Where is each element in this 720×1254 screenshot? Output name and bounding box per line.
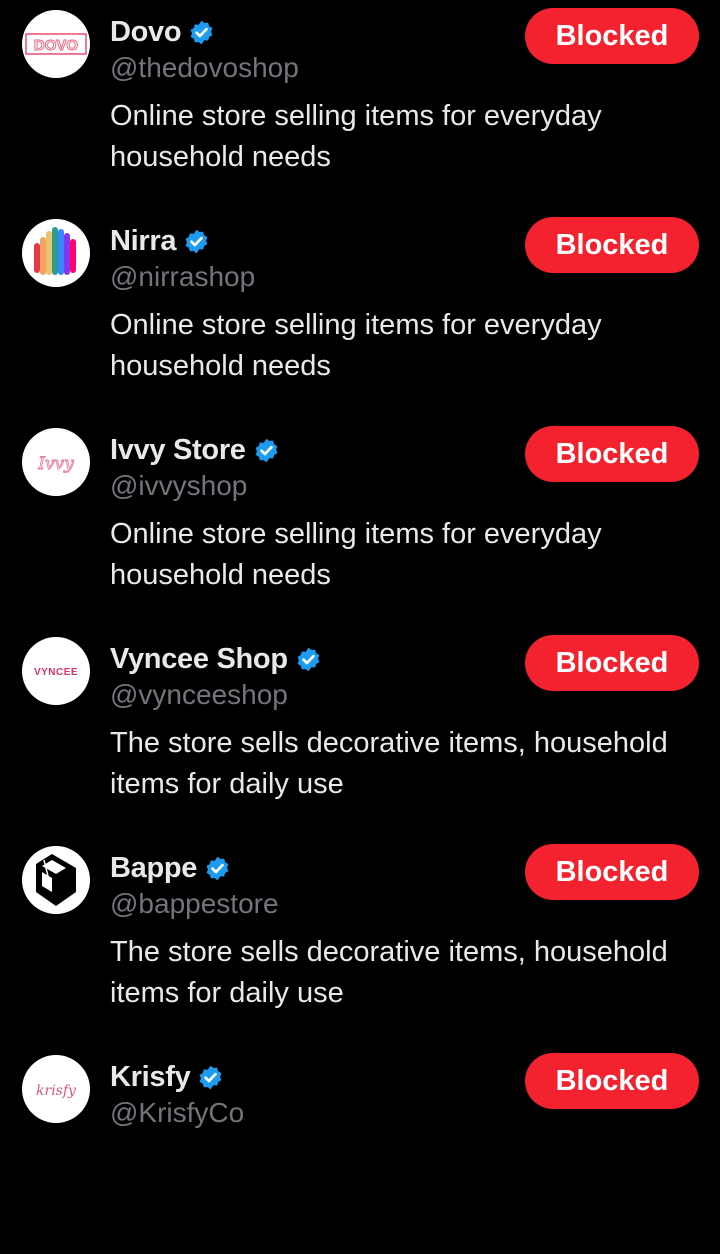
svg-text:Ivvy: Ivvy: [37, 454, 74, 474]
svg-text:krisfy: krisfy: [36, 1083, 77, 1099]
krisfy-script-logo-icon: krisfy: [36, 1083, 77, 1099]
blocked-button[interactable]: Blocked: [525, 8, 699, 64]
account-bio: The store sells decorative items, househ…: [110, 727, 668, 800]
account-row-dovo[interactable]: DOVO Dovo @thedovoshop Online store sell…: [0, 0, 720, 209]
account-handle[interactable]: @bappestore: [110, 886, 279, 922]
blocked-accounts-list: DOVO Dovo @thedovoshop Online store sell…: [0, 0, 720, 1254]
bappe-geometric-logo-icon: [36, 854, 76, 906]
account-handle[interactable]: @nirrashop: [110, 259, 255, 295]
account-name[interactable]: Ivvy Store: [110, 434, 246, 467]
account-bio: Online store selling items for everyday …: [110, 518, 602, 591]
name-line: Dovo: [110, 13, 215, 51]
account-bio: The store sells decorative items, househ…: [110, 936, 668, 1009]
account-name[interactable]: Krisfy: [110, 1061, 191, 1094]
verified-badge-icon: [297, 647, 320, 671]
verified-badge-icon: [206, 856, 229, 880]
blocked-button[interactable]: Blocked: [525, 217, 699, 273]
avatar-bappe[interactable]: [22, 846, 90, 914]
avatar-nirra[interactable]: [22, 219, 90, 287]
name-line: Vyncee Shop: [110, 640, 322, 678]
verified-badge-icon: [255, 438, 278, 462]
account-handle[interactable]: @KrisfyCo: [110, 1095, 244, 1131]
account-handle[interactable]: @ivvyshop: [110, 468, 247, 504]
ivvy-script-logo-icon: Ivvy: [37, 454, 75, 475]
account-name[interactable]: Nirra: [110, 225, 177, 258]
nirra-rainbow-logo-icon: [34, 227, 76, 275]
svg-text:DOVO: DOVO: [34, 37, 79, 54]
blocked-button[interactable]: Blocked: [525, 844, 699, 900]
blocked-button[interactable]: Blocked: [525, 426, 699, 482]
verified-badge-icon: [190, 20, 213, 44]
account-handle[interactable]: @thedovoshop: [110, 50, 299, 86]
name-line: Krisfy: [110, 1058, 224, 1096]
account-row-nirra[interactable]: Nirra @nirrashop Online store selling it…: [0, 209, 720, 418]
avatar-ivvy[interactable]: Ivvy: [22, 428, 90, 496]
account-name[interactable]: Dovo: [110, 16, 182, 49]
account-bio: Online store selling items for everyday …: [110, 309, 602, 382]
blocked-button[interactable]: Blocked: [525, 635, 699, 691]
avatar-krisfy[interactable]: krisfy: [22, 1055, 90, 1123]
account-row-bappe[interactable]: Bappe @bappestore The store sells decora…: [0, 836, 720, 1045]
dovo-logo-icon: DOVO: [25, 33, 87, 55]
account-name[interactable]: Vyncee Shop: [110, 643, 288, 676]
vyncee-logo-icon: VYNCEE: [34, 667, 78, 678]
account-handle[interactable]: @vynceeshop: [110, 677, 288, 713]
account-row-ivvy-store[interactable]: Ivvy Ivvy Store @ivvyshop Online store s…: [0, 418, 720, 627]
name-line: Ivvy Store: [110, 431, 280, 469]
account-name[interactable]: Bappe: [110, 852, 197, 885]
account-row-vyncee-shop[interactable]: VYNCEE Vyncee Shop @vynceeshop The store…: [0, 627, 720, 836]
account-bio: Online store selling items for everyday …: [110, 100, 602, 173]
verified-badge-icon: [185, 229, 208, 253]
account-row-krisfy[interactable]: krisfy Krisfy @KrisfyCo Blocked: [0, 1045, 720, 1254]
name-line: Bappe: [110, 849, 231, 887]
avatar-dovo[interactable]: DOVO: [22, 10, 90, 78]
name-line: Nirra: [110, 222, 210, 260]
blocked-button[interactable]: Blocked: [525, 1053, 699, 1109]
svg-text:VYNCEE: VYNCEE: [34, 667, 78, 678]
avatar-vyncee[interactable]: VYNCEE: [22, 637, 90, 705]
verified-badge-icon: [199, 1065, 222, 1089]
